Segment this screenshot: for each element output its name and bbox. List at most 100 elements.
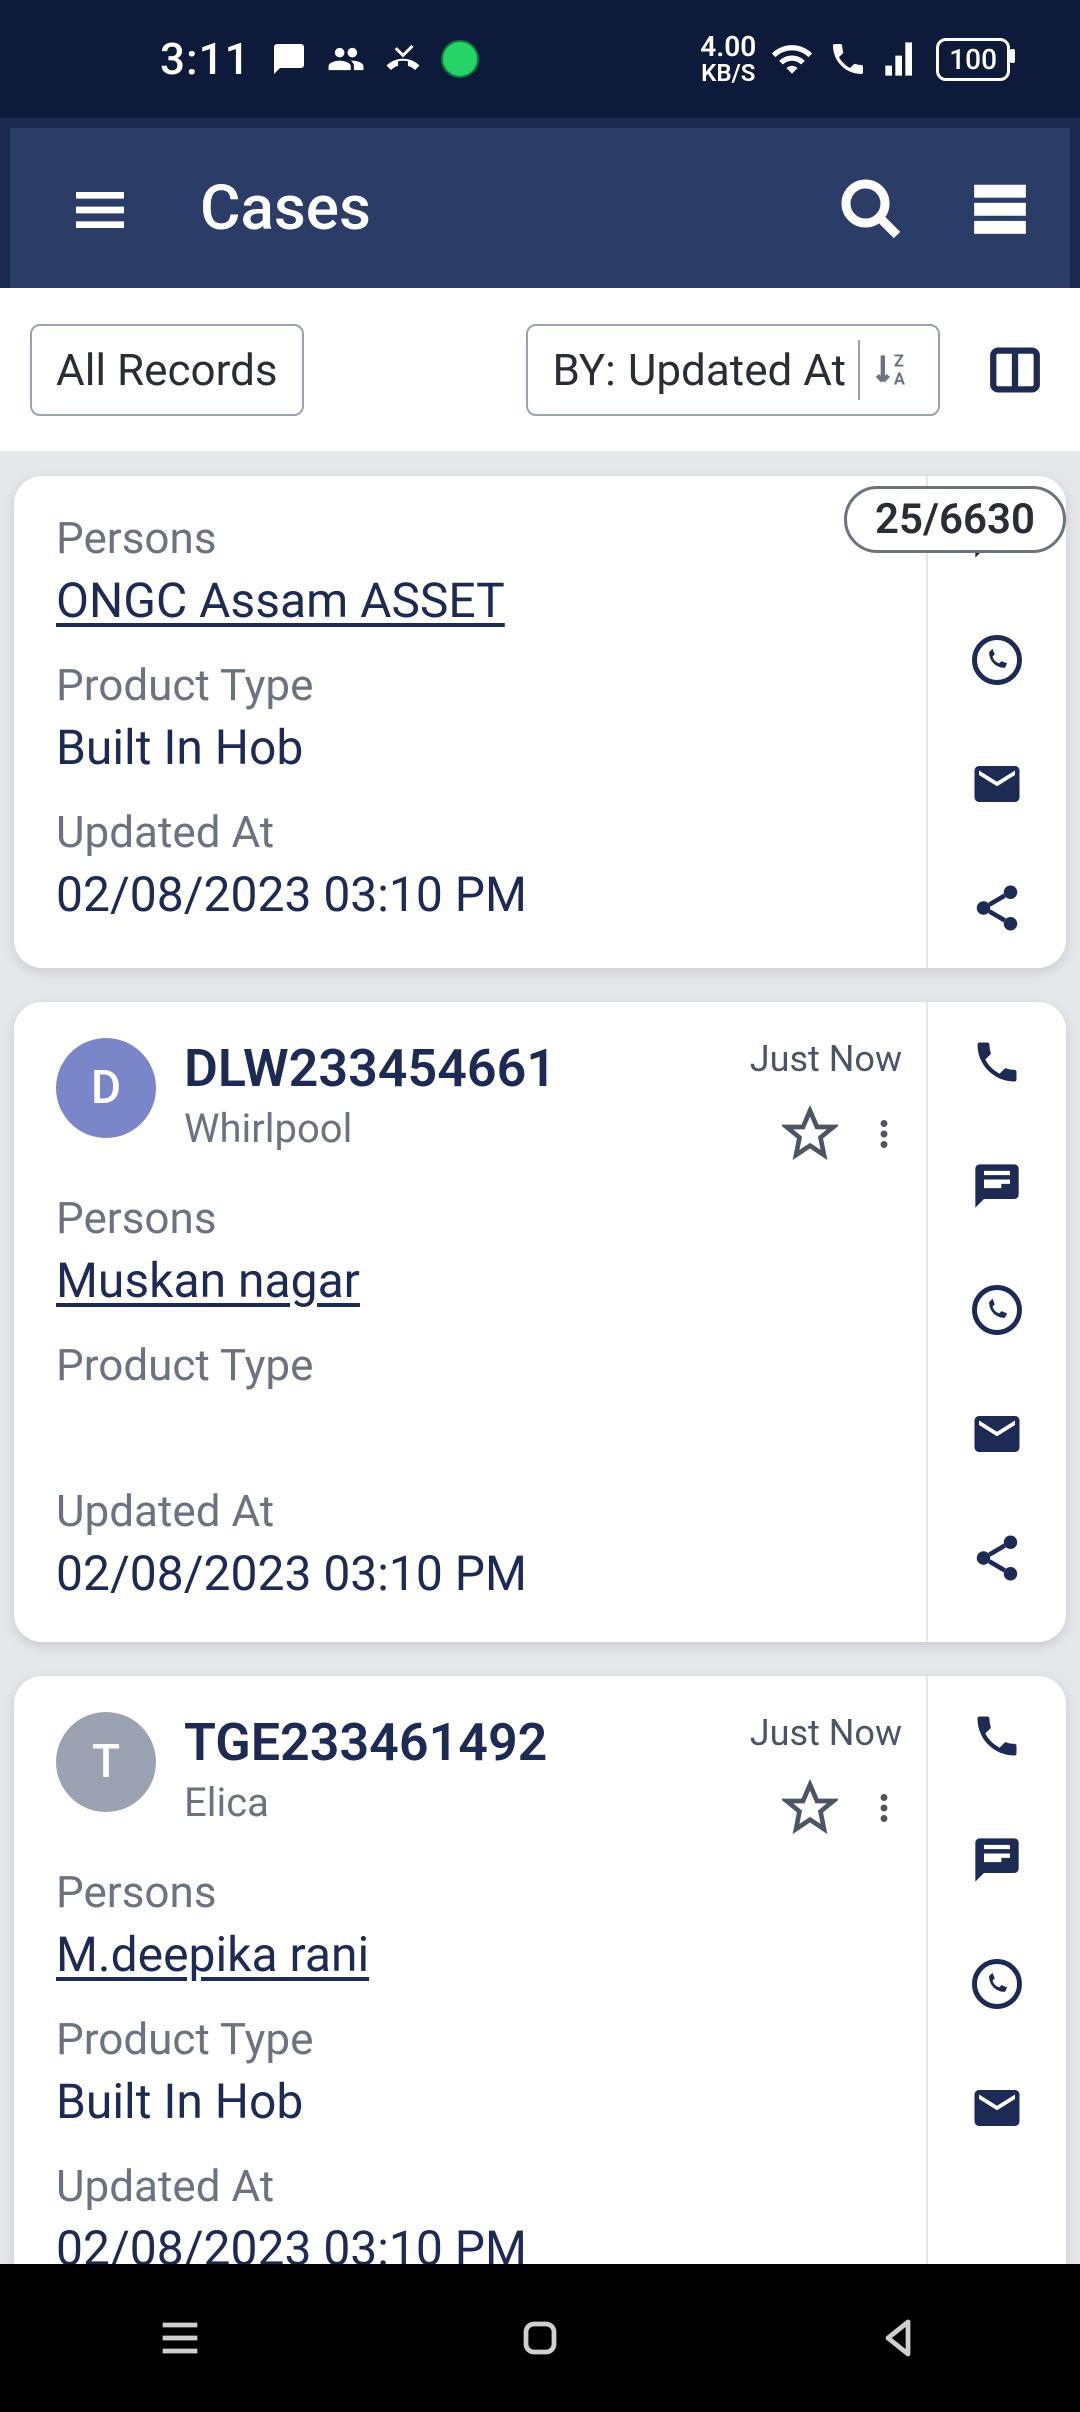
group-icon <box>327 40 365 78</box>
svg-text:A: A <box>894 370 906 389</box>
persons-value[interactable]: M.deepika rani <box>56 1926 902 1983</box>
field-label-updated-at: Updated At <box>56 2160 902 2212</box>
nav-home-button[interactable] <box>505 2303 575 2373</box>
email-button[interactable] <box>967 1404 1027 1464</box>
product-type-value: Built In Hob <box>56 719 902 776</box>
missed-call-icon <box>385 41 421 77</box>
case-list: 25/6630 Persons ONGC Assam ASSET Product… <box>0 476 1080 2317</box>
updated-at-value: 02/08/2023 03:10 PM <box>56 866 902 923</box>
star-outline-icon <box>782 1780 838 1836</box>
share-button[interactable] <box>967 878 1027 938</box>
persons-value[interactable]: Muskan nagar <box>56 1252 902 1309</box>
battery-indicator: 100 <box>936 38 1010 81</box>
phone-icon <box>971 1710 1023 1762</box>
favorite-button[interactable] <box>782 1106 838 1162</box>
view-toggle-button[interactable] <box>960 168 1040 248</box>
records-filter[interactable]: All Records <box>30 324 304 416</box>
app-bar: Cases <box>0 118 1080 288</box>
message-icon <box>971 1160 1023 1212</box>
network-speed-indicator: 4.00 KB/S <box>700 33 756 85</box>
status-bar: 3:11 4.00 KB/S 100 <box>0 0 1080 118</box>
time-tag: Just Now <box>750 1038 902 1080</box>
share-icon <box>970 881 1024 935</box>
whatsapp-icon <box>970 1957 1024 2011</box>
columns-button[interactable] <box>980 335 1050 405</box>
product-type-value <box>56 1399 902 1455</box>
field-label-updated-at: Updated At <box>56 806 902 858</box>
svg-text:Z: Z <box>894 352 904 371</box>
email-button[interactable] <box>967 754 1027 814</box>
status-time: 3:11 <box>160 33 251 85</box>
search-button[interactable] <box>830 168 910 248</box>
message-icon <box>971 1834 1023 1886</box>
share-icon <box>970 1531 1024 1585</box>
status-left: 3:11 <box>160 33 479 85</box>
field-label-persons: Persons <box>56 1192 902 1244</box>
field-label-persons: Persons <box>56 512 902 564</box>
case-id: TGE233461492 <box>184 1712 722 1773</box>
sort-desc-icon: ZA <box>858 340 914 400</box>
avatar: D <box>56 1038 156 1138</box>
columns-icon <box>986 341 1044 399</box>
phone-icon <box>971 1036 1023 1088</box>
card-actions <box>926 1676 1066 2317</box>
message-button[interactable] <box>967 1830 1027 1890</box>
whatsapp-button[interactable] <box>967 630 1027 690</box>
page-title: Cases <box>200 172 830 245</box>
email-button[interactable] <box>967 2078 1027 2138</box>
field-label-persons: Persons <box>56 1866 902 1918</box>
field-label-product-type: Product Type <box>56 2013 902 2065</box>
home-icon <box>516 2314 564 2362</box>
wifi-icon <box>770 37 814 81</box>
search-icon <box>834 172 906 244</box>
chat-notification-icon <box>271 41 307 77</box>
field-label-product-type: Product Type <box>56 659 902 711</box>
records-filter-label: All Records <box>56 344 278 396</box>
brand-name: Whirlpool <box>184 1105 722 1152</box>
whatsapp-button[interactable] <box>967 1954 1027 2014</box>
nav-recent-button[interactable] <box>145 2303 215 2373</box>
sort-selector[interactable]: BY: Updated At ZA <box>526 324 940 416</box>
sort-field: Updated At <box>628 344 846 396</box>
call-button[interactable] <box>967 1032 1027 1092</box>
brand-name: Elica <box>184 1779 722 1826</box>
field-label-updated-at: Updated At <box>56 1485 902 1537</box>
more-button[interactable] <box>866 1106 902 1162</box>
email-icon <box>970 2081 1024 2135</box>
menu-button[interactable] <box>60 168 140 248</box>
email-icon <box>970 757 1024 811</box>
more-button[interactable] <box>866 1780 902 1836</box>
system-nav-bar <box>0 2264 1080 2412</box>
case-card[interactable]: T TGE233461492 Elica Just Now <box>14 1676 1066 2317</box>
whatsapp-status-icon <box>441 40 479 78</box>
more-vert-icon <box>866 1106 902 1162</box>
avatar: T <box>56 1712 156 1812</box>
whatsapp-icon <box>970 1283 1024 1337</box>
case-card[interactable]: D DLW233454661 Whirlpool Just Now <box>14 1002 1066 1642</box>
sort-prefix: BY: <box>552 344 615 396</box>
call-button[interactable] <box>967 1706 1027 1766</box>
email-icon <box>970 1407 1024 1461</box>
case-id: DLW233454661 <box>184 1038 722 1099</box>
nav-back-button[interactable] <box>865 2303 935 2373</box>
persons-value[interactable]: ONGC Assam ASSET <box>56 572 902 629</box>
whatsapp-button[interactable] <box>967 1280 1027 1340</box>
product-type-value: Built In Hob <box>56 2073 902 2130</box>
whatsapp-icon <box>970 633 1024 687</box>
rows-icon <box>969 177 1031 239</box>
back-icon <box>876 2314 924 2362</box>
star-outline-icon <box>782 1106 838 1162</box>
filter-bar: All Records BY: Updated At ZA <box>0 288 1080 452</box>
recent-icon <box>154 2312 206 2364</box>
message-button[interactable] <box>967 1156 1027 1216</box>
favorite-button[interactable] <box>782 1780 838 1836</box>
signal-icon <box>882 39 922 79</box>
field-label-product-type: Product Type <box>56 1339 902 1391</box>
updated-at-value: 02/08/2023 03:10 PM <box>56 1545 902 1602</box>
time-tag: Just Now <box>750 1712 902 1754</box>
hamburger-icon <box>68 176 132 240</box>
card-actions <box>926 1002 1066 1642</box>
wifi-calling-icon <box>828 39 868 79</box>
record-counter: 25/6630 <box>844 486 1066 553</box>
share-button[interactable] <box>967 1528 1027 1588</box>
